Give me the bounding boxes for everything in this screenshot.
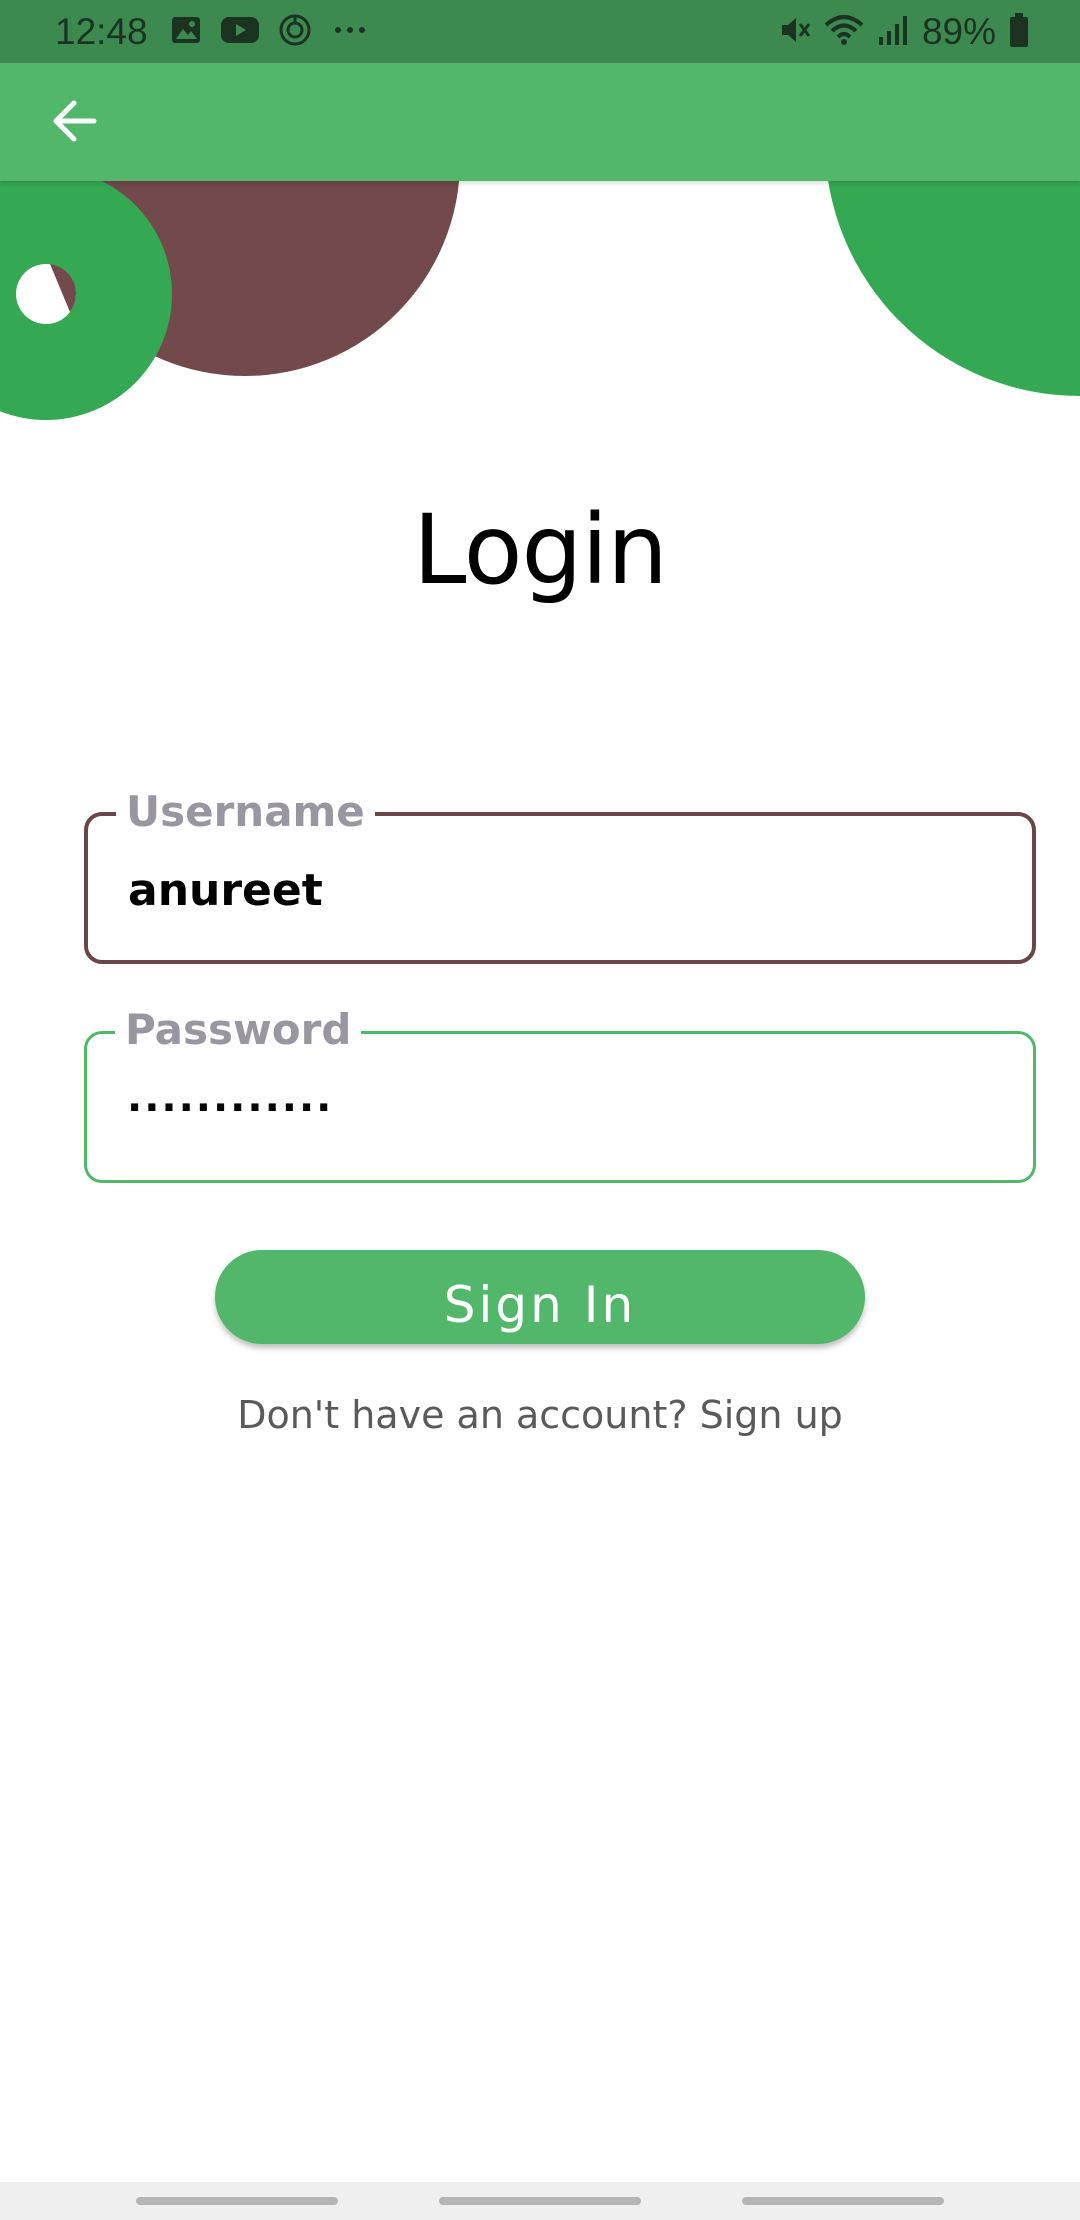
app-bar <box>0 63 1080 181</box>
status-left-icons <box>170 14 370 50</box>
sign-in-button[interactable]: Sign In <box>215 1250 865 1344</box>
status-time: 12:48 <box>55 11 148 52</box>
battery-icon <box>1008 12 1030 52</box>
password-field[interactable]: Password <box>84 1004 1036 1183</box>
decorative-circles <box>0 181 1080 420</box>
system-nav-bar <box>0 2182 1080 2220</box>
image-icon <box>170 15 202 49</box>
youtube-icon <box>220 15 260 49</box>
sign-up-link[interactable]: Don't have an account? Sign up <box>0 1390 1080 1440</box>
nav-home-handle[interactable] <box>439 2197 641 2205</box>
signal-icon <box>876 13 910 51</box>
username-label: Username <box>116 786 375 838</box>
status-bar: 12:48 89% <box>0 0 1080 63</box>
battery-percent: 89% <box>921 11 996 52</box>
wifi-icon <box>824 13 864 51</box>
password-label: Password <box>115 1004 362 1056</box>
username-field[interactable]: Username <box>84 786 1036 964</box>
back-button[interactable] <box>38 93 110 153</box>
username-input[interactable] <box>128 860 988 920</box>
page-title: Login <box>413 494 668 606</box>
password-input[interactable] <box>127 1078 987 1138</box>
sync-icon <box>278 13 312 51</box>
status-right-icons: 89% <box>778 10 1030 54</box>
nav-recents-handle[interactable] <box>136 2197 338 2205</box>
sign-in-label: Sign In <box>443 1276 637 1334</box>
more-dots-icon <box>330 15 370 49</box>
green-circle-decoration <box>828 181 1080 396</box>
arrow-left-icon <box>50 99 98 147</box>
nav-back-handle[interactable] <box>742 2197 944 2205</box>
mute-icon <box>778 13 812 51</box>
